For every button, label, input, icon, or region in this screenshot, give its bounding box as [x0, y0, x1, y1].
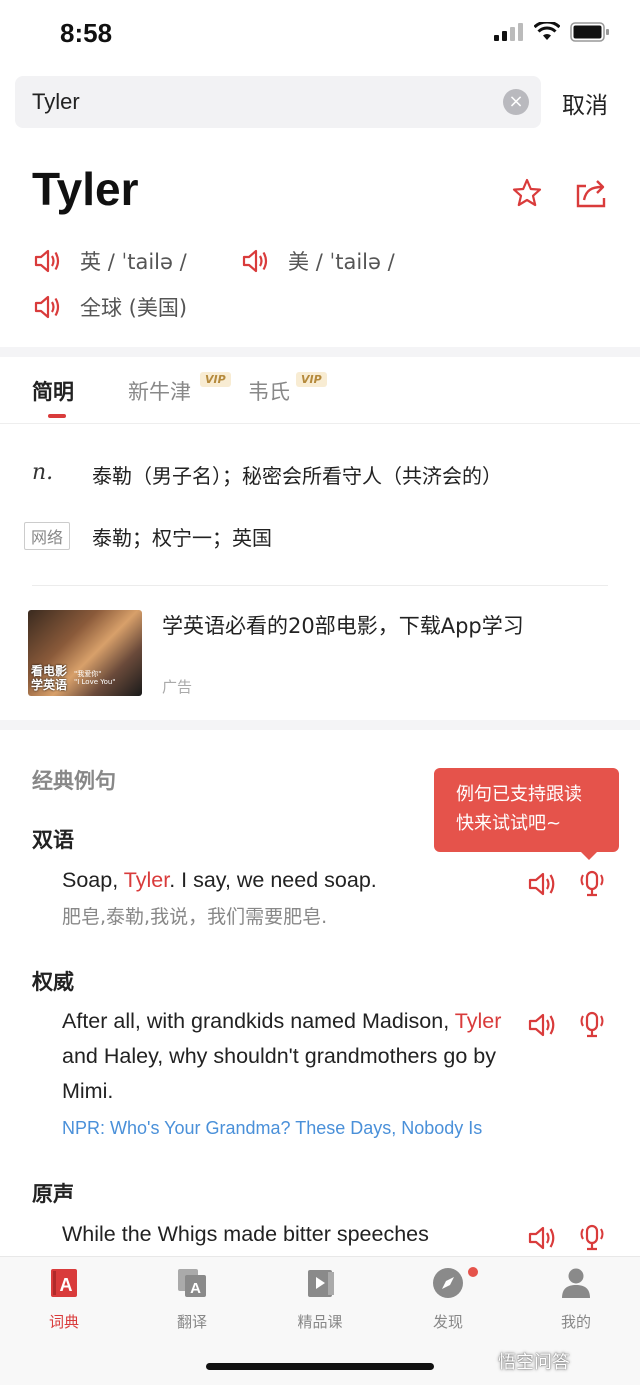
dictionary-icon: A — [51, 1269, 77, 1297]
section-divider — [0, 720, 640, 730]
web-tag: 网络 — [24, 522, 71, 550]
ad-image-subtitle: "我爱你" "I Love You" — [74, 670, 116, 686]
notification-dot — [468, 1267, 478, 1277]
profile-icon — [562, 1268, 590, 1298]
status-icons — [494, 22, 610, 42]
category-bilingual: 双语 — [32, 828, 74, 852]
nav-profile[interactable]: 我的 — [526, 1267, 626, 1332]
divider — [32, 585, 608, 586]
star-icon[interactable] — [512, 178, 542, 208]
svg-text:A: A — [190, 1280, 201, 1297]
search-input[interactable]: Tyler × — [15, 76, 541, 128]
phonetic-us[interactable]: 美 / ˈtailə / — [242, 246, 395, 276]
example-source-link[interactable]: NPR: Who's Your Grandma? These Days, Nob… — [62, 1118, 482, 1139]
cancel-button[interactable]: 取消 — [562, 86, 608, 120]
tooltip-line: 快来试试吧~ — [456, 813, 562, 834]
status-time: 8:58 — [60, 18, 113, 48]
phonetic-region: 全球 (美国) — [80, 296, 188, 320]
tab-indicator — [48, 414, 66, 418]
home-indicator[interactable] — [206, 1363, 434, 1370]
nav-label: 我的 — [560, 1313, 591, 1331]
course-icon — [308, 1270, 334, 1297]
vip-badge: VIP — [296, 372, 327, 387]
vip-badge: VIP — [200, 372, 231, 387]
share-icon[interactable] — [574, 178, 608, 208]
follow-read-tooltip[interactable]: 例句已支持跟读 快来试试吧~ — [434, 768, 619, 852]
word-title: Tyler — [32, 163, 139, 215]
speaker-icon[interactable] — [528, 1011, 558, 1039]
ad-label: 广告 — [162, 678, 193, 696]
dictionary-tabs: 简明 新牛津 VIP 韦氏 VIP — [0, 358, 640, 424]
phonetic-ipa: / ˈtailə / — [107, 250, 187, 274]
nav-label: 词典 — [48, 1313, 79, 1331]
nav-label: 精品课 — [297, 1313, 343, 1331]
examples-heading: 经典例句 — [32, 769, 116, 793]
watermark: 悟空问答 — [498, 1352, 570, 1373]
phonetic-global[interactable]: 全球 (美国) — [34, 292, 187, 322]
phonetic-region: 美 — [288, 250, 309, 274]
example-sentence: After all, with grandkids named Madison,… — [62, 1009, 502, 1103]
tooltip-line: 例句已支持跟读 — [456, 784, 582, 805]
tooltip-arrow — [580, 851, 598, 860]
clear-icon[interactable]: × — [503, 89, 529, 115]
search-query: Tyler — [32, 89, 80, 114]
speaker-icon[interactable] — [242, 248, 270, 274]
nav-discover[interactable]: 发现 — [398, 1267, 498, 1332]
definition-text: 泰勒（男子名）；秘密会所看守人（共济会的） — [92, 464, 502, 488]
status-bar: 8:58 — [0, 0, 640, 70]
microphone-icon[interactable] — [577, 1224, 607, 1252]
example-translation: 肥皂,泰勒,我说，我们需要肥皂. — [62, 906, 328, 928]
translate-icon: A — [178, 1269, 206, 1297]
speaker-icon[interactable] — [528, 870, 558, 898]
tab-oxford[interactable]: 新牛津 — [128, 376, 191, 406]
compass-icon — [433, 1268, 463, 1298]
phonetic-ipa: / ˈtailə / — [315, 250, 395, 274]
example-sentence: Soap, Tyler. I say, we need soap. — [62, 868, 377, 892]
category-original: 原声 — [32, 1182, 74, 1206]
ad-title[interactable]: 学英语必看的20部电影，下载App学习 — [162, 610, 524, 640]
speaker-icon[interactable] — [34, 248, 62, 274]
phonetic-region: 英 — [80, 250, 101, 274]
nav-label: 发现 — [432, 1313, 463, 1331]
wifi-icon — [534, 22, 560, 40]
svg-text:A: A — [60, 1275, 73, 1295]
microphone-icon[interactable] — [577, 870, 607, 898]
microphone-icon[interactable] — [577, 1011, 607, 1039]
nav-translate[interactable]: A 翻译 — [142, 1267, 242, 1332]
category-authority: 权威 — [32, 970, 74, 994]
speaker-icon[interactable] — [34, 294, 62, 320]
section-divider — [0, 347, 640, 357]
tab-webster[interactable]: 韦氏 — [248, 376, 290, 406]
ad-image[interactable]: 看电影 学英语 "我爱你" "I Love You" — [28, 610, 142, 696]
example-sentence: While the Whigs made bitter speeches — [62, 1222, 429, 1246]
ad-image-caption: 看电影 学英语 — [31, 664, 68, 692]
web-definition: 泰勒；权宁一；英国 — [92, 526, 272, 550]
signal-icon — [494, 23, 523, 41]
phonetic-uk[interactable]: 英 / ˈtailə / — [34, 246, 187, 276]
speaker-icon[interactable] — [528, 1224, 558, 1252]
part-of-speech: n. — [32, 460, 54, 485]
nav-courses[interactable]: 精品课 — [270, 1267, 370, 1332]
tab-concise[interactable]: 简明 — [32, 376, 74, 406]
nav-dictionary[interactable]: A 词典 — [14, 1267, 114, 1332]
nav-label: 翻译 — [176, 1313, 207, 1331]
battery-icon — [570, 22, 609, 42]
